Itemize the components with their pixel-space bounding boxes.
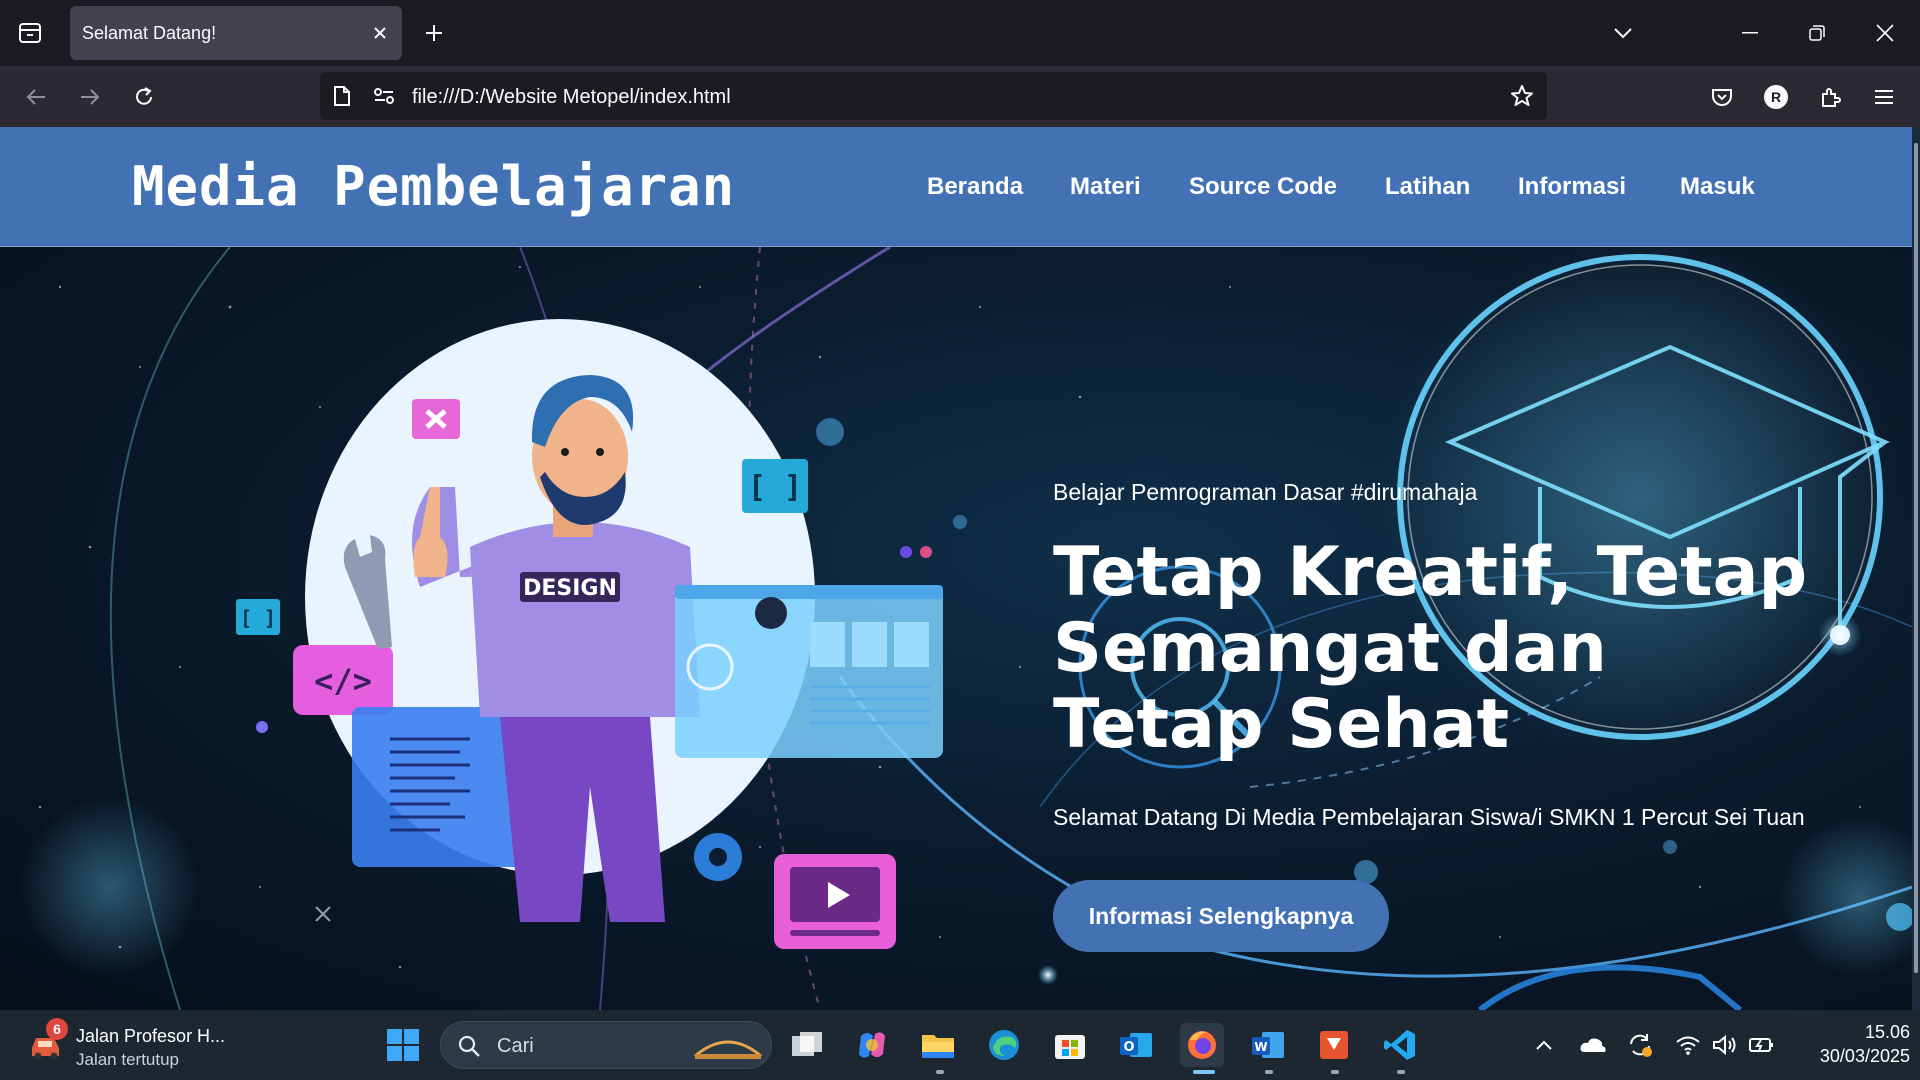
nav-link-source-code[interactable]: Source Code [1189, 173, 1337, 201]
wifi-icon[interactable] [1673, 1030, 1703, 1060]
nav-link-beranda[interactable]: Beranda [927, 173, 1023, 201]
site-brand[interactable]: Media Pembelajaran [132, 155, 735, 218]
onedrive-cloud-icon[interactable] [1578, 1030, 1608, 1060]
vscode-icon[interactable] [1378, 1023, 1422, 1067]
word-icon[interactable]: W [1246, 1023, 1290, 1067]
pocket-icon[interactable] [1705, 80, 1739, 114]
windows-start-icon[interactable] [381, 1023, 425, 1067]
microsoft-store-icon[interactable] [1048, 1023, 1092, 1067]
profile-initial: R [1764, 85, 1788, 109]
running-indicator [1193, 1070, 1215, 1074]
taskbar-search[interactable]: Cari [440, 1021, 772, 1069]
chevron-up-icon[interactable] [1529, 1030, 1559, 1060]
extensions-icon[interactable] [1813, 80, 1847, 114]
account-avatar[interactable]: R [1759, 80, 1793, 114]
running-indicator [936, 1070, 944, 1074]
url-text[interactable]: file:///D:/Website Metopel/index.html [412, 86, 731, 109]
firefox-icon[interactable] [1180, 1023, 1224, 1067]
running-indicator [1265, 1070, 1273, 1074]
windows-taskbar: 6 Jalan Profesor H... Jalan tertutup Car… [0, 1010, 1920, 1080]
clock-time[interactable]: 15.06 [1820, 1022, 1910, 1043]
widget-subtitle: Jalan tertutup [76, 1050, 180, 1069]
address-bar[interactable]: file:///D:/Website Metopel/index.html [320, 72, 1547, 120]
search-placeholder: Cari [497, 1035, 534, 1057]
running-indicator [1331, 1070, 1339, 1074]
site-permissions-icon[interactable] [372, 84, 396, 108]
nav-link-masuk[interactable]: Masuk [1680, 173, 1755, 201]
clock-date[interactable]: 30/03/2025 [1790, 1046, 1910, 1067]
copilot-icon[interactable] [850, 1023, 894, 1067]
page-icon [330, 84, 354, 108]
task-view-icon[interactable] [785, 1023, 829, 1067]
svg-text:W: W [1254, 1040, 1267, 1054]
nav-link-informasi[interactable]: Informasi [1518, 173, 1626, 201]
browser-toolbar: file:///D:/Website Metopel/index.html R [0, 66, 1920, 127]
active-tab[interactable]: Selamat Datang! [70, 6, 402, 60]
designer-illustration: </> DESIGN [] [] [236, 319, 943, 949]
back-arrow-icon[interactable] [19, 80, 53, 114]
site-header: Media Pembelajaran Beranda Materi Source… [0, 127, 1912, 247]
minimize-icon[interactable] [1733, 16, 1767, 50]
battery-charging-icon[interactable] [1747, 1030, 1777, 1060]
edge-browser-icon[interactable] [982, 1023, 1026, 1067]
volume-icon[interactable] [1710, 1030, 1740, 1060]
page-viewport: Media Pembelajaran Beranda Materi Source… [0, 127, 1920, 1010]
browser-tab-bar: Selamat Datang! [0, 0, 1920, 66]
notification-badge: 6 [46, 1018, 68, 1040]
restore-icon[interactable] [1800, 16, 1834, 50]
close-tab-icon[interactable] [368, 21, 392, 45]
pdf-reader-icon[interactable] [1312, 1023, 1356, 1067]
forward-arrow-icon[interactable] [73, 80, 107, 114]
hero-description: Selamat Datang Di Media Pembelajaran Sis… [1053, 804, 1805, 830]
hero-section: </> DESIGN [] [] Belajar Pemrograman D… [0, 247, 1912, 1010]
window-close-icon[interactable] [1868, 16, 1902, 50]
search-highlight-icon [694, 1040, 762, 1059]
chevron-down-icon[interactable] [1609, 19, 1637, 47]
running-indicator [1397, 1070, 1405, 1074]
widget-title: Jalan Profesor H... [76, 1026, 226, 1046]
tab-title: Selamat Datang! [82, 23, 217, 43]
file-explorer-icon[interactable] [916, 1023, 960, 1067]
outlook-icon[interactable]: O [1114, 1023, 1158, 1067]
tab-overview-icon[interactable] [16, 19, 44, 47]
reload-icon[interactable] [127, 80, 161, 114]
hero-title: Tetap Kreatif, Tetap Semangat dan Tetap … [1053, 533, 1808, 764]
more-info-button[interactable]: Informasi Selengkapnya [1053, 880, 1389, 952]
svg-text:[ ]: [ ] [748, 470, 802, 505]
sweater-label: DESIGN [523, 576, 617, 601]
traffic-widget[interactable]: 6 Jalan Profesor H... Jalan tertutup [24, 1018, 234, 1070]
new-tab-icon[interactable] [420, 19, 448, 47]
svg-text:O: O [1123, 1040, 1134, 1055]
svg-text:</>: </> [314, 662, 372, 700]
hamburger-menu-icon[interactable] [1867, 80, 1901, 114]
sync-icon[interactable] [1625, 1030, 1655, 1060]
scrollbar-thumb[interactable] [1914, 143, 1918, 973]
nav-link-materi[interactable]: Materi [1070, 173, 1141, 201]
search-icon [458, 1035, 480, 1057]
hero-subtitle: Belajar Pemrograman Dasar #dirumahaja [1053, 479, 1478, 505]
bookmark-star-icon[interactable] [1510, 84, 1534, 108]
nav-link-latihan[interactable]: Latihan [1385, 173, 1470, 201]
svg-text:[ ]: [ ] [240, 606, 276, 630]
